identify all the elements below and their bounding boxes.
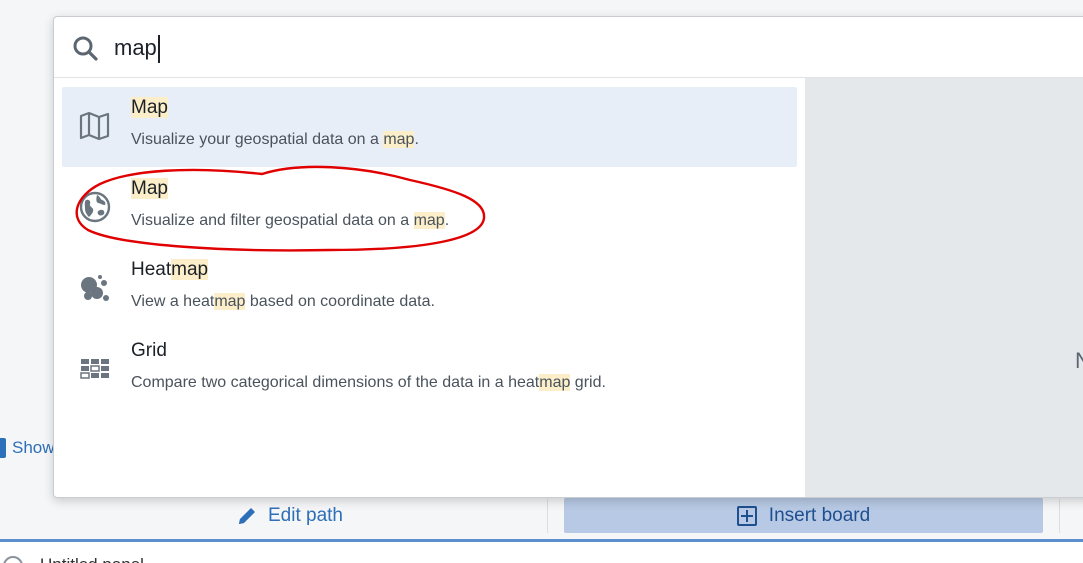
clock-icon bbox=[3, 556, 23, 563]
show-icon bbox=[0, 438, 6, 458]
results-list: Map Visualize your geospatial data on a … bbox=[54, 78, 805, 497]
plus-square-icon bbox=[736, 505, 757, 526]
search-popover: map Map Visualize your geospatial data o… bbox=[53, 16, 1083, 498]
result-description: Visualize your geospatial data on a map. bbox=[131, 131, 419, 148]
search-input[interactable]: map bbox=[114, 31, 160, 65]
result-description: Compare two categorical dimensions of th… bbox=[131, 374, 606, 391]
toolbar-divider bbox=[1059, 499, 1060, 533]
grid-icon bbox=[80, 359, 109, 379]
edit-path-label: Edit path bbox=[268, 505, 343, 526]
result-title: Map bbox=[131, 97, 168, 118]
preview-text: N bbox=[1075, 348, 1083, 374]
preview-pane: N bbox=[805, 78, 1083, 497]
bottom-panel-title: Untitled panel bbox=[40, 555, 144, 563]
result-description: Visualize and filter geospatial data on … bbox=[131, 212, 450, 229]
result-item-map[interactable]: Map Visualize your geospatial data on a … bbox=[62, 87, 797, 167]
result-item-grid[interactable]: Grid Compare two categorical dimensions … bbox=[62, 330, 797, 410]
result-title: Map bbox=[131, 178, 168, 199]
heatmap-icon bbox=[81, 275, 109, 301]
result-item-heatmap[interactable]: Heatmap View a heatmap based on coordina… bbox=[62, 249, 797, 329]
globe-icon bbox=[79, 191, 111, 223]
result-item-map-filter[interactable]: Map Visualize and filter geospatial data… bbox=[62, 168, 797, 248]
pencil-icon bbox=[239, 508, 255, 524]
search-icon bbox=[73, 36, 98, 61]
search-bar: map bbox=[54, 17, 1083, 78]
map-icon bbox=[79, 111, 110, 141]
bottom-panel: Untitled panel bbox=[0, 542, 1083, 563]
toolbar-divider bbox=[547, 499, 548, 533]
search-query: map bbox=[114, 35, 157, 60]
text-caret bbox=[157, 35, 160, 64]
result-description: View a heatmap based on coordinate data. bbox=[131, 293, 435, 310]
app-root: Show Edit path Insert board Untitled pan… bbox=[0, 0, 1083, 563]
result-title: Grid bbox=[131, 340, 167, 361]
insert-board-label: Insert board bbox=[768, 504, 871, 526]
result-title: Heatmap bbox=[131, 259, 209, 280]
show-label: Show bbox=[12, 438, 55, 457]
edit-path-button[interactable]: Edit path bbox=[236, 502, 343, 530]
insert-board-button[interactable]: Insert board bbox=[564, 498, 1043, 533]
show-button[interactable]: Show bbox=[0, 434, 55, 462]
